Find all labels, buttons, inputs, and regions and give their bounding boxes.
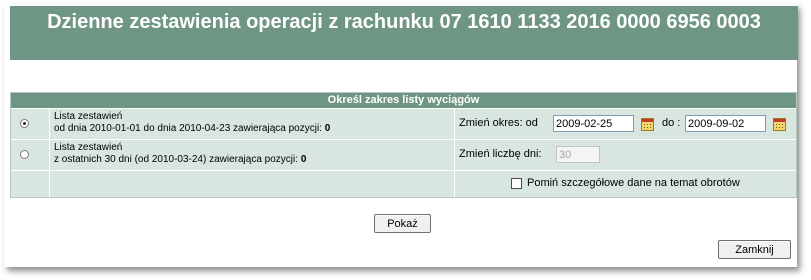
close-button[interactable]: Zamknij (718, 240, 791, 259)
days-input[interactable] (556, 146, 600, 163)
page-title: Dzienne zestawienia operacji z rachunku … (10, 6, 798, 60)
option2-description: z ostatnich 30 dni (od 2010-03-24) zawie… (54, 154, 307, 165)
calendar-icon[interactable] (773, 118, 786, 131)
date-to-label: do : (662, 117, 681, 129)
option1-title: Lista zestawień (54, 111, 123, 122)
calendar-icon[interactable] (641, 118, 654, 131)
option-last-days-row: Lista zestawień z ostatnich 30 dni (od 2… (11, 139, 796, 170)
options-row: Pomiń szczegółowe dane na temat obrotów (11, 170, 796, 197)
option1-count: 0 (324, 123, 331, 134)
date-range-radio[interactable] (20, 119, 29, 128)
option1-description: od dnia 2010-01-01 do dnia 2010-04-23 za… (54, 123, 331, 134)
change-days-label: Zmień liczbę dni: (459, 148, 542, 160)
page-title-text: Dzienne zestawienia operacji z rachunku … (47, 11, 761, 33)
option2-count: 0 (300, 154, 307, 165)
skip-details-checkbox[interactable] (511, 178, 522, 189)
date-from-input[interactable] (553, 115, 634, 132)
skip-details-label: Pomiń szczegółowe dane na temat obrotów (527, 177, 740, 189)
option-date-range-row: Lista zestawień od dnia 2010-01-01 do dn… (11, 108, 796, 139)
change-range-label: Zmień okres: od (459, 117, 538, 129)
option2-title: Lista zestawień (54, 142, 123, 153)
show-button[interactable]: Pokaż (374, 214, 431, 233)
panel-title: Określ zakres listy wyciągów (11, 93, 796, 108)
date-to-input[interactable] (685, 115, 766, 132)
last-days-radio[interactable] (20, 150, 29, 159)
range-panel: Określ zakres listy wyciągów Lista zesta… (10, 92, 797, 198)
